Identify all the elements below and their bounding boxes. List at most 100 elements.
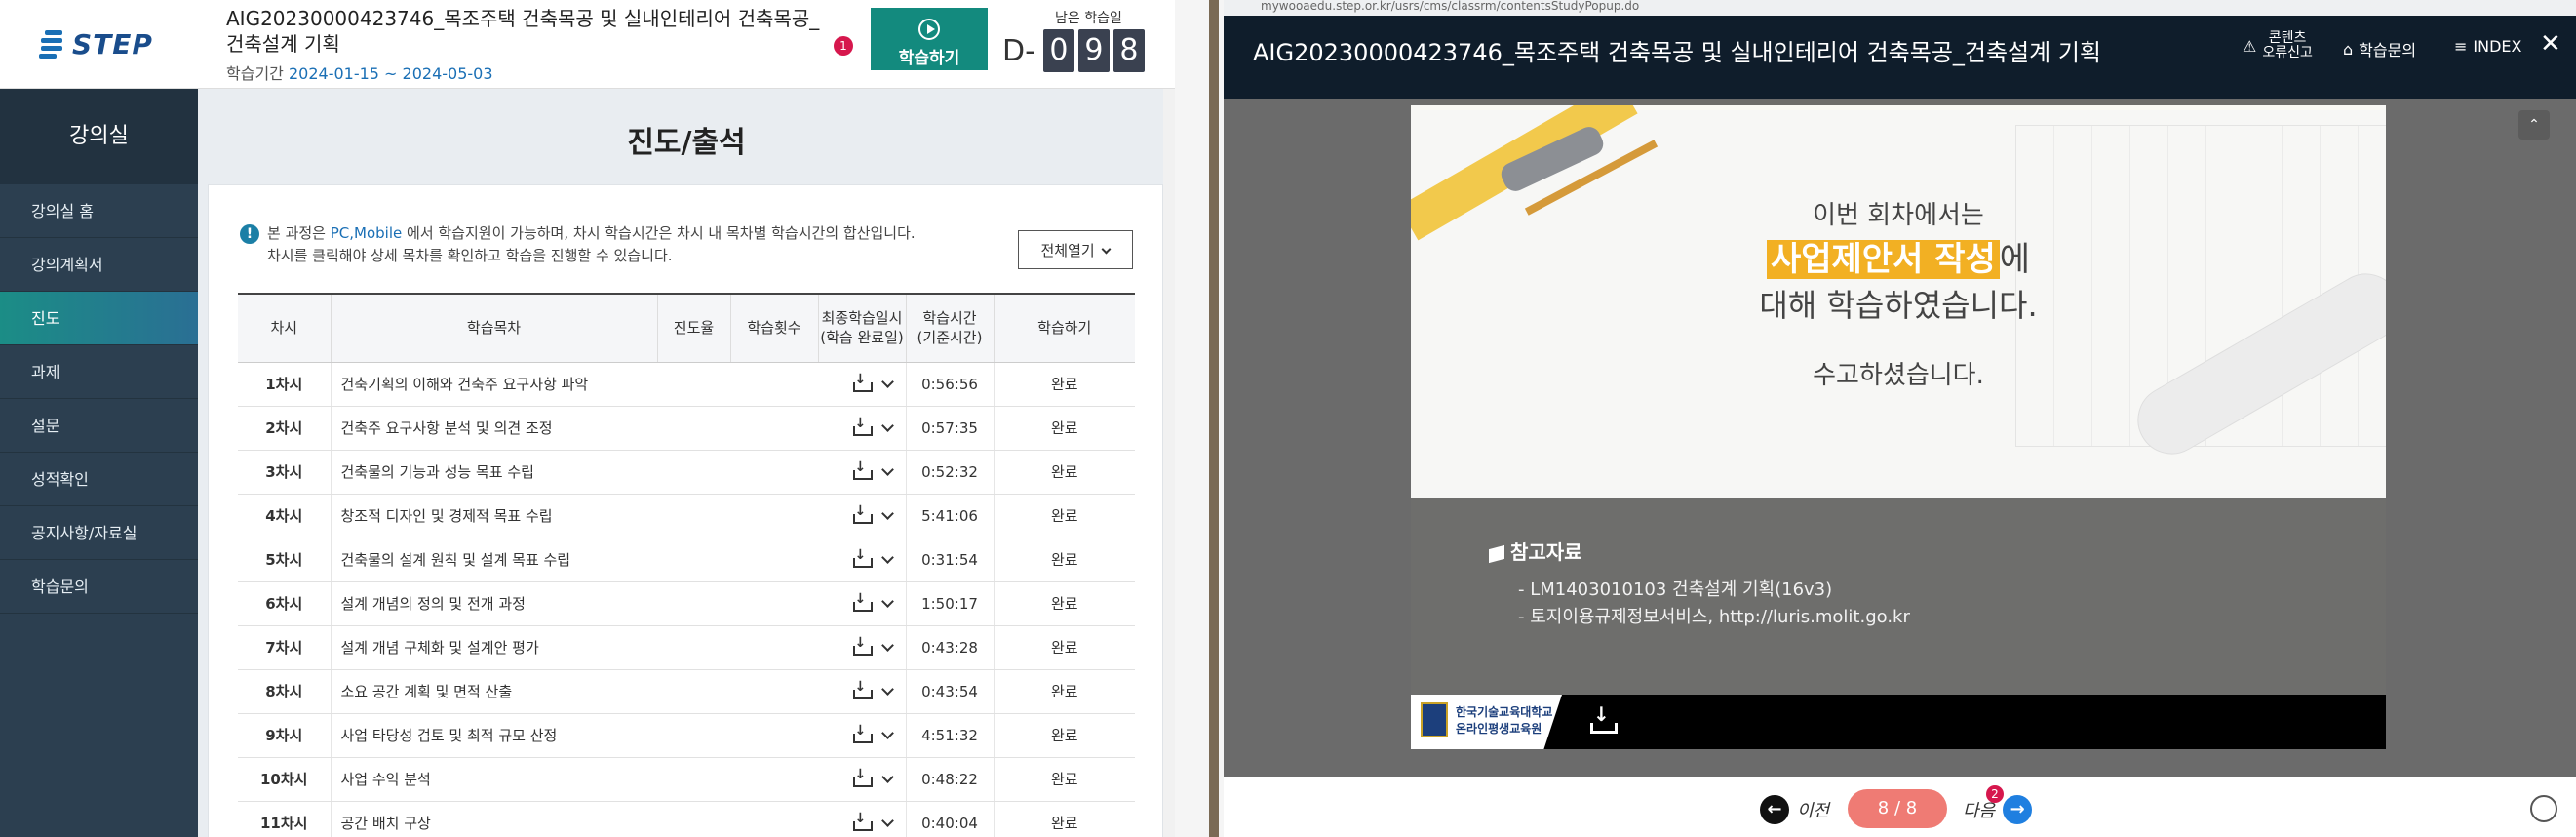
session-title[interactable]: 건축기획의 이해와 건축주 요구사항 파악 [331,362,657,407]
study-status[interactable]: 완료 [994,538,1135,582]
collapse-icon[interactable]: ⌃ [2518,110,2550,140]
session-title[interactable]: 건축물의 기능과 성능 목표 수립 [331,450,657,495]
study-status[interactable]: 완료 [994,581,1135,626]
chevron-down-icon[interactable] [880,727,894,740]
sidebar-item-inquiry[interactable]: 학습문의 [0,560,198,614]
slide-message-1: 이번 회차에서는 [1813,201,1984,230]
sidebar-item-assignment[interactable]: 과제 [0,345,198,399]
study-status[interactable]: 완료 [994,625,1135,670]
table-row[interactable]: 10차시사업 수익 분석 0:48:22완료 [238,757,1135,802]
session-title[interactable]: 사업 수익 분석 [331,757,657,802]
download-icon[interactable] [852,635,873,657]
session-title[interactable]: 창조적 디자인 및 경제적 목표 수립 [331,494,657,538]
header-last-study-date: 최종학습일시 (학습 완료일) [818,293,907,363]
assistant-icon[interactable] [2530,795,2557,822]
inquiry-button[interactable]: ⌂ 학습문의 [2343,37,2416,60]
download-icon[interactable] [852,547,873,569]
study-status[interactable]: 완료 [994,801,1135,837]
chevron-down-icon[interactable] [880,815,894,828]
download-icon[interactable] [852,416,873,437]
download-icon[interactable] [1588,702,1618,734]
siren-icon: ⚠ [2243,36,2257,56]
table-row[interactable]: 9차시사업 타당성 검토 및 최적 규모 산정 4:51:32완료 [238,713,1135,758]
study-status[interactable]: 완료 [994,406,1135,451]
session-title[interactable]: 건축물의 설계 원칙 및 설계 목표 수립 [331,538,657,582]
session-number[interactable]: 5차시 [238,538,332,582]
download-icon[interactable] [852,767,873,788]
study-time: 4:51:32 [906,713,995,758]
study-status[interactable]: 완료 [994,450,1135,495]
chevron-down-icon[interactable] [880,507,894,521]
sidebar-item-survey[interactable]: 설문 [0,399,198,453]
download-icon[interactable] [852,723,873,744]
sidebar-item-notices[interactable]: 공지사항/자료실 [0,506,198,560]
chevron-down-icon[interactable] [880,463,894,477]
session-title[interactable]: 사업 타당성 검토 및 최적 규모 산정 [331,713,657,758]
session-number[interactable]: 9차시 [238,713,332,758]
table-row[interactable]: 3차시건축물의 기능과 성능 목표 수립 0:52:32완료 [238,450,1135,495]
inquiry-label: 학습문의 [2359,41,2417,60]
sidebar-item-classroom-home[interactable]: 강의실 홈 [0,184,198,238]
close-icon[interactable]: ✕ [2540,29,2561,59]
slide-message-3: 대해 학습하였습니다. [1759,287,2038,324]
study-status[interactable]: 완료 [994,757,1135,802]
prev-button[interactable]: ← 이전 [1760,795,1829,824]
download-icon[interactable] [852,459,873,481]
session-number[interactable]: 10차시 [238,757,332,802]
chevron-down-icon[interactable] [880,551,894,565]
session-number[interactable]: 4차시 [238,494,332,538]
table-row[interactable]: 6차시설계 개념의 정의 및 전개 과정 1:50:17완료 [238,581,1135,626]
chevron-down-icon[interactable] [880,639,894,653]
sidebar-item-grades[interactable]: 성적확인 [0,453,198,506]
chevron-down-icon[interactable] [880,683,894,697]
session-number[interactable]: 11차시 [238,801,332,837]
error-report-button[interactable]: ⚠ 콘텐츠 오류신고 [2243,31,2313,60]
table-row[interactable]: 2차시건축주 요구사항 분석 및 의견 조정 0:57:35완료 [238,406,1135,451]
play-icon [918,18,940,40]
session-tools [657,625,907,670]
session-title[interactable]: 소요 공간 계획 및 면적 산출 [331,669,657,714]
download-icon[interactable] [852,372,873,393]
download-icon[interactable] [852,503,873,525]
table-row[interactable]: 1차시건축기획의 이해와 건축주 요구사항 파악 0:56:56완료 [238,362,1135,407]
table-row[interactable]: 5차시건축물의 설계 원칙 및 설계 목표 수립 0:31:54완료 [238,538,1135,582]
study-status[interactable]: 완료 [994,713,1135,758]
study-period-label: 학습기간 [226,64,284,83]
session-number[interactable]: 1차시 [238,362,332,407]
next-badge: 2 [1986,785,2004,803]
study-time: 0:31:54 [906,538,995,582]
org-name: 한국기술교육대학교 온라인평생교육원 [1456,704,1552,737]
index-button[interactable]: ≡ INDEX [2454,37,2521,56]
url-bar[interactable]: mywooaedu.step.or.kr/usrs/cms/classrm/co… [1224,0,2576,16]
study-status[interactable]: 완료 [994,494,1135,538]
notification-badge[interactable]: 1 [834,36,853,56]
download-icon[interactable] [852,679,873,700]
sidebar-item-syllabus[interactable]: 강의계획서 [0,238,198,292]
chevron-down-icon[interactable] [880,595,894,609]
download-icon[interactable] [852,591,873,613]
session-title[interactable]: 공간 배치 구상 [331,801,657,837]
download-icon[interactable] [852,811,873,832]
session-title[interactable]: 설계 개념 구체화 및 설계안 평가 [331,625,657,670]
open-all-button[interactable]: 전체열기 [1018,230,1133,269]
study-status[interactable]: 완료 [994,669,1135,714]
table-row[interactable]: 4차시창조적 디자인 및 경제적 목표 수립 5:41:06완료 [238,494,1135,538]
table-row[interactable]: 11차시공간 배치 구상 0:40:04완료 [238,801,1135,837]
table-row[interactable]: 7차시설계 개념 구체화 및 설계안 평가 0:43:28완료 [238,625,1135,670]
study-status[interactable]: 완료 [994,362,1135,407]
session-number[interactable]: 2차시 [238,406,332,451]
step-logo[interactable]: STEP [39,23,153,64]
chevron-down-icon[interactable] [880,376,894,389]
page-scrollbar[interactable] [1163,89,1175,837]
session-number[interactable]: 7차시 [238,625,332,670]
start-study-button[interactable]: 학습하기 [871,8,988,70]
session-number[interactable]: 3차시 [238,450,332,495]
session-number[interactable]: 6차시 [238,581,332,626]
session-title[interactable]: 설계 개념의 정의 및 전개 과정 [331,581,657,626]
session-number[interactable]: 8차시 [238,669,332,714]
session-title[interactable]: 건축주 요구사항 분석 및 의견 조정 [331,406,657,451]
sidebar-item-progress[interactable]: 진도 [0,292,198,345]
chevron-down-icon[interactable] [880,419,894,433]
table-row[interactable]: 8차시소요 공간 계획 및 면적 산출 0:43:54완료 [238,669,1135,714]
chevron-down-icon[interactable] [880,771,894,784]
